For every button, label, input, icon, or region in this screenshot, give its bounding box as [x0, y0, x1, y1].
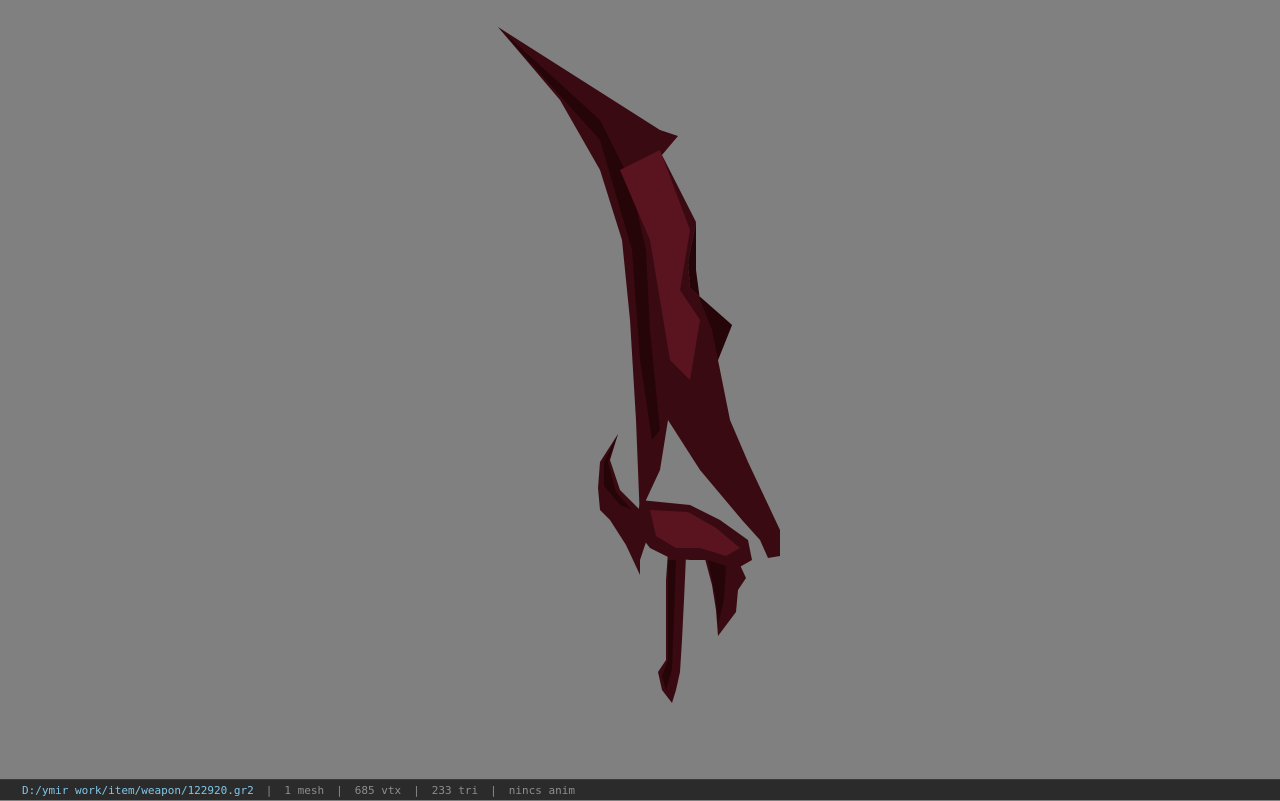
animation-status: nincs anim — [508, 784, 575, 797]
weapon-model[interactable] — [0, 0, 1280, 779]
triangle-count: 233 tri — [431, 784, 479, 797]
separator: | — [490, 784, 497, 797]
vertex-count: 685 vtx — [354, 784, 402, 797]
separator: | — [413, 784, 420, 797]
3d-viewport[interactable] — [0, 0, 1280, 779]
file-path: D:/ymir work/item/weapon/122920.gr2 — [22, 784, 254, 797]
separator: | — [265, 784, 273, 797]
separator: | — [336, 784, 343, 797]
mesh-count: 1 mesh — [284, 784, 325, 797]
status-bar: D:/ymir work/item/weapon/122920.gr2 | 1 me… — [0, 779, 1280, 800]
